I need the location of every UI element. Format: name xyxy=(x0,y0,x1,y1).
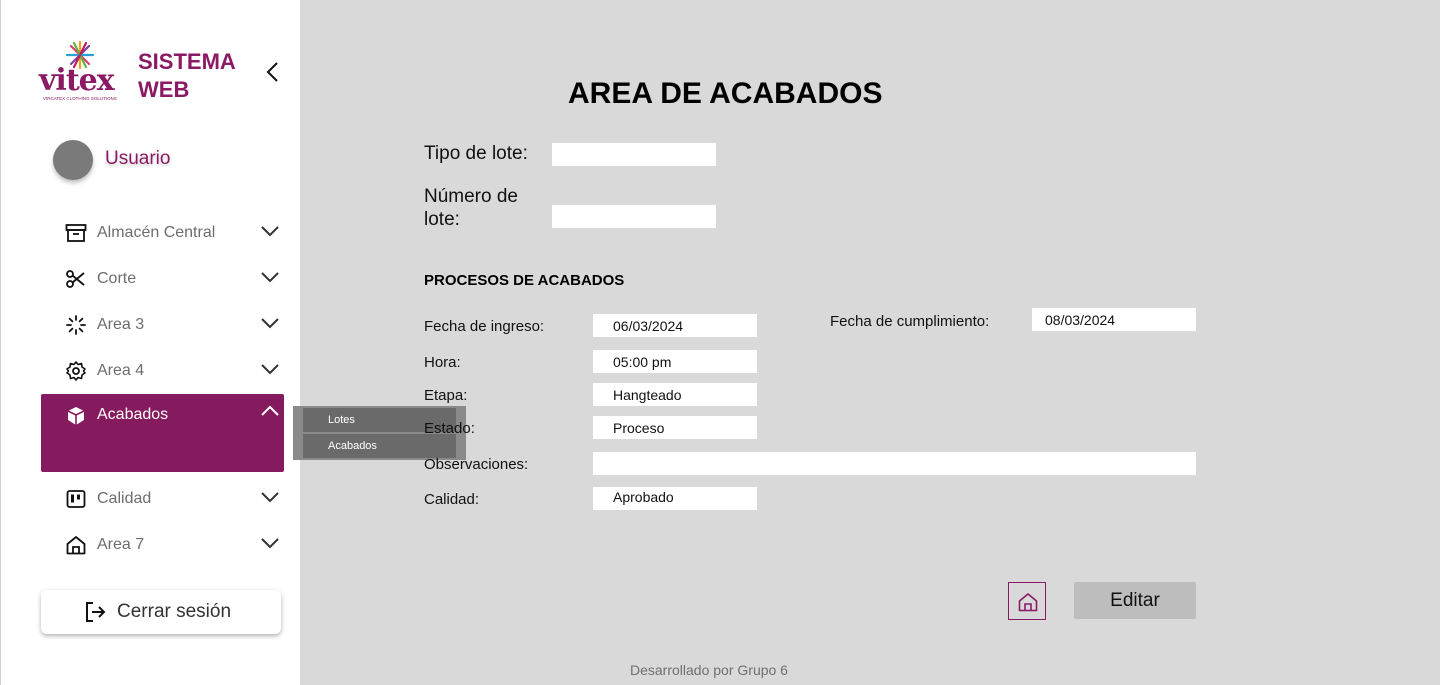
logout-icon xyxy=(86,602,106,622)
edit-button[interactable]: Editar xyxy=(1074,582,1196,619)
section-title: PROCESOS DE ACABADOS xyxy=(424,272,625,289)
sidebar-item-calidad[interactable]: Calidad xyxy=(41,478,284,518)
brand-title: SISTEMA WEB xyxy=(138,49,235,102)
avatar xyxy=(53,140,93,180)
fecha-cumplimiento-label: Fecha de cumplimiento: xyxy=(830,313,990,330)
sidebar-item-label: Area 3 xyxy=(97,316,145,333)
sidebar: vitex VIRCATEX CLOTHING SOLUTIONS SISTEM… xyxy=(0,0,300,685)
etapa-label: Etapa: xyxy=(424,387,468,404)
sidebar-item-label: Corte xyxy=(97,270,137,287)
sidebar-item-area-7[interactable]: Area 7 xyxy=(41,524,284,564)
sidebar-item-label: Calidad xyxy=(97,490,152,507)
fecha-ingreso-field[interactable]: 06/03/2024 xyxy=(593,314,757,337)
hora-field[interactable]: 05:00 pm xyxy=(593,350,757,373)
logo-wordmark: vitex xyxy=(39,63,115,98)
kanban-icon xyxy=(66,490,86,508)
logo-tagline: VIRCATEX CLOTHING SOLUTIONS xyxy=(43,96,117,101)
calidad-label: Calidad: xyxy=(424,491,480,508)
sidebar-item-area-4[interactable]: Area 4 xyxy=(41,350,284,390)
logout-button[interactable]: Cerrar sesión xyxy=(41,590,281,634)
observaciones-field[interactable] xyxy=(593,452,1196,475)
user-name: Usuario xyxy=(105,148,171,169)
page-title: AREA DE ACABADOS xyxy=(568,77,883,110)
submenu-item-acabados[interactable]: Acabados xyxy=(303,434,456,458)
home-button[interactable] xyxy=(1008,582,1046,620)
estado-field[interactable]: Proceso xyxy=(593,416,757,439)
chevron-left-icon xyxy=(266,62,278,82)
fecha-ingreso-label: Fecha de ingreso: xyxy=(424,318,545,335)
sidebar-item-area-3[interactable]: Area 3 xyxy=(41,304,284,344)
chevron-down-icon xyxy=(261,364,279,375)
hora-label: Hora: xyxy=(424,354,461,371)
chevron-down-icon xyxy=(261,318,279,329)
vitex-logo: vitex VIRCATEX CLOTHING SOLUTIONS xyxy=(39,40,123,102)
collapse-sidebar-button[interactable] xyxy=(263,60,283,84)
chevron-up-icon xyxy=(261,405,279,416)
tipo-lote-label: Tipo de lote: xyxy=(424,143,528,164)
sidebar-item-almacen-central[interactable]: Almacén Central xyxy=(41,212,284,252)
sidebar-item-label: Area 7 xyxy=(97,536,145,553)
numero-lote-label-cont: lote: xyxy=(424,209,460,230)
observaciones-label: Observaciones: xyxy=(424,456,529,473)
estado-label: Estado: xyxy=(424,420,475,437)
sidebar-item-acabados[interactable]: Acabados xyxy=(41,394,284,472)
chevron-down-icon xyxy=(261,272,279,283)
tipo-lote-field[interactable] xyxy=(552,143,716,166)
sidebar-item-label: Acabados xyxy=(97,406,169,423)
chevron-down-icon xyxy=(261,492,279,503)
archive-box-icon xyxy=(65,224,87,242)
chevron-down-icon xyxy=(261,538,279,549)
calidad-field[interactable]: Aprobado xyxy=(593,487,757,510)
footer-credit: Desarrollado por Grupo 6 xyxy=(630,662,788,678)
chevron-down-icon xyxy=(261,226,279,237)
sidebar-item-corte[interactable]: Corte xyxy=(41,258,284,298)
cube-icon xyxy=(67,407,85,425)
logout-label: Cerrar sesión xyxy=(117,601,232,622)
sidebar-item-label: Area 4 xyxy=(97,362,145,379)
loader-icon xyxy=(66,315,86,335)
etapa-field[interactable]: Hangteado xyxy=(593,383,757,406)
gear-icon xyxy=(66,361,86,381)
home-icon xyxy=(1018,593,1038,612)
scissors-icon xyxy=(66,270,85,288)
numero-lote-field[interactable] xyxy=(552,205,716,228)
sidebar-item-label: Almacén Central xyxy=(97,224,216,241)
fecha-cumplimiento-field[interactable]: 08/03/2024 xyxy=(1032,308,1196,331)
numero-lote-label: Número de xyxy=(424,186,518,207)
home-icon xyxy=(66,536,86,555)
